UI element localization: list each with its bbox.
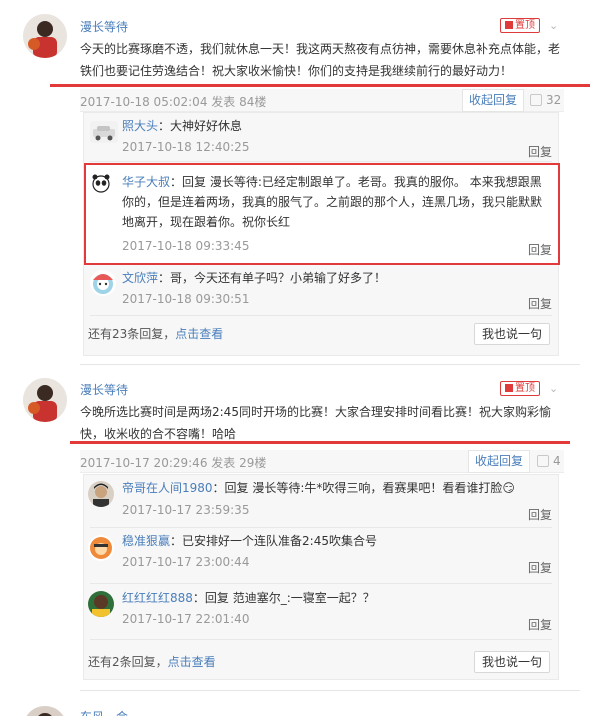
view-more-link[interactable]: 点击查看 — [175, 327, 223, 341]
reply-item: 帝哥在人间1980：回复 漫长等待:牛*吹得三响，看赛果吧！看看谁打脸😏 201… — [84, 475, 558, 523]
avatar[interactable] — [23, 14, 67, 58]
avatar[interactable] — [23, 706, 67, 716]
pinned-badge: 置顶 — [500, 381, 540, 396]
pin-label: 置顶 — [515, 20, 535, 31]
reply-item: 照大头：大神好好休息 2017-10-18 12:40:25 回复 — [84, 113, 558, 159]
divider — [90, 161, 552, 162]
reply-text-line: 你的，但是连着两场，我真的服气了。之前跟的那个人，连黑几场，我只能默默 — [122, 195, 543, 209]
collapse-replies-button[interactable]: 收起回复 — [468, 450, 530, 473]
reply-item: 红红红红888：回复 范迪塞尔_:一寝室一起？？ 2017-10-17 22:0… — [84, 587, 558, 635]
post-content-line: 铁们也要记住劳逸结合！祝大家收米愉快！你们的支持是我继续前行的最好动力！ — [80, 64, 513, 78]
post-content: 今晚所选比赛时间是两场2:45同时开场的比赛！大家合理安排时间看比赛！祝大家购彩… — [80, 401, 580, 445]
reply-button[interactable]: 回复 — [528, 559, 552, 576]
more-replies: 还有2条回复，点击查看 — [88, 653, 216, 670]
avatar[interactable] — [88, 591, 114, 617]
avatar[interactable] — [90, 173, 112, 195]
reply-text-line: 华子大叔：回复 漫长等待:已经定制跟单了。老哥。我真的服你。 本来我想跟黑 — [122, 172, 550, 192]
reply-time: 2017-10-17 23:59:35 — [122, 503, 250, 517]
reply-body: ：哥，今天还有单子吗？小弟输了好多了！ — [158, 271, 387, 285]
divider — [90, 315, 552, 316]
comment-post: 漫长等待 置顶 ⌄ 今晚所选比赛时间是两场2:45同时开场的比赛！大家合理安排时… — [0, 370, 603, 700]
comment-post: 漫长等待 置顶 ⌄ 今天的比赛琢磨不透，我们就休息一天！我这两天熬夜有点彷神，需… — [0, 0, 603, 360]
reply-panel: 帝哥在人间1980：回复 漫长等待:牛*吹得三响，看赛果吧！看看谁打脸😏 201… — [83, 474, 559, 680]
reply-button[interactable]: 回复 — [528, 295, 552, 312]
reply-body: ：回复 范迪塞尔_:一寝室一起？？ — [192, 591, 375, 605]
reply-author[interactable]: 华子大叔 — [122, 175, 170, 189]
author-name[interactable]: 漫长等待 — [80, 18, 128, 35]
avatar[interactable] — [90, 270, 116, 296]
reply-time: 2017-10-18 09:30:51 — [122, 292, 250, 306]
view-more-link[interactable]: 点击查看 — [168, 655, 216, 669]
reply-author[interactable]: 照大头 — [122, 119, 158, 133]
post-date: 2017-10-18 05:02:04 发表 84楼 — [80, 95, 267, 109]
reply-text: 照大头：大神好好休息 — [122, 116, 542, 136]
pinned-badge: 置顶 — [500, 18, 540, 33]
more-replies-count: 还有23条回复， — [88, 327, 176, 341]
reply-button[interactable]: 回复 — [528, 241, 552, 258]
reply-item: 华子大叔：回复 漫长等待:已经定制跟单了。老哥。我真的服你。 本来我想跟黑 你的… — [84, 165, 558, 263]
add-reply-button[interactable]: 我也说一句 — [474, 323, 550, 345]
add-reply-button[interactable]: 我也说一句 — [474, 651, 550, 673]
reply-button[interactable]: 回复 — [528, 143, 552, 160]
annotation-underline — [70, 441, 570, 444]
reply-time: 2017-10-18 12:40:25 — [122, 140, 250, 154]
divider — [90, 639, 552, 640]
reply-author[interactable]: 帝哥在人间1980 — [122, 481, 213, 495]
post-content-line: 今晚所选比赛时间是两场2:45同时开场的比赛！大家合理安排时间看比赛！祝大家购彩… — [80, 405, 551, 419]
post-content: 今天的比赛琢磨不透，我们就休息一天！我这两天熬夜有点彷神，需要休息补充点体能，老… — [80, 38, 580, 82]
reply-time: 2017-10-18 09:33:45 — [122, 239, 250, 253]
reply-button[interactable]: 回复 — [528, 616, 552, 633]
reply-body: ：回复 漫长等待:牛*吹得三响，看赛果吧！看看谁打脸 — [212, 481, 503, 495]
reply-text: 稳准狠赢：已安排好一个连队准备2:45吹集合号 — [122, 531, 552, 551]
more-replies: 还有23条回复，点击查看 — [88, 325, 223, 342]
like-count: 32 — [546, 93, 562, 107]
reply-button[interactable]: 回复 — [528, 506, 552, 523]
thumb-up-icon — [530, 94, 542, 106]
reply-time: 2017-10-17 22:01:40 — [122, 612, 250, 626]
like-count: 4 — [553, 454, 561, 468]
reply-panel: 照大头：大神好好休息 2017-10-18 12:40:25 回复 华子大叔：回… — [83, 112, 560, 356]
like-button[interactable]: 4 — [537, 454, 561, 468]
pin-icon — [505, 21, 513, 29]
avatar[interactable] — [88, 535, 114, 561]
reply-text: 华子大叔：回复 漫长等待:已经定制跟单了。老哥。我真的服你。 本来我想跟黑 你的… — [122, 172, 550, 232]
pin-label: 置顶 — [515, 383, 535, 394]
divider — [90, 583, 552, 584]
chevron-down-icon[interactable]: ⌄ — [549, 19, 558, 32]
collapse-replies-button[interactable]: 收起回复 — [462, 89, 524, 112]
reply-author[interactable]: 红红红红888 — [122, 591, 193, 605]
more-replies-count: 还有2条回复， — [88, 655, 168, 669]
reply-text: 文欣萍：哥，今天还有单子吗？小弟输了好多了！ — [122, 268, 542, 288]
reply-item: 文欣萍：哥，今天还有单子吗？小弟输了好多了！ 2017-10-18 09:30:… — [84, 265, 558, 311]
like-button[interactable]: 32 — [530, 93, 561, 107]
post-content-line: 今天的比赛琢磨不透，我们就休息一天！我这两天熬夜有点彷神，需要休息补充点体能，老 — [80, 42, 561, 56]
author-name[interactable]: 漫长等待 — [80, 381, 128, 398]
post-separator — [80, 364, 580, 365]
reply-text: 红红红红888：回复 范迪塞尔_:一寝室一起？？ — [122, 588, 552, 608]
reply-item: 稳准狠赢：已安排好一个连队准备2:45吹集合号 2017-10-17 23:00… — [84, 529, 558, 579]
chevron-down-icon[interactable]: ⌄ — [549, 382, 558, 395]
avatar[interactable] — [88, 481, 114, 507]
pin-icon — [505, 384, 513, 392]
thumb-up-icon — [537, 455, 549, 467]
reply-author[interactable]: 稳准狠赢 — [122, 534, 170, 548]
avatar[interactable] — [90, 121, 118, 143]
reply-author[interactable]: 文欣萍 — [122, 271, 158, 285]
divider — [90, 527, 552, 528]
reply-body: ：大神好好休息 — [158, 119, 243, 133]
post-separator — [80, 690, 580, 691]
reply-body: ：已安排好一个连队准备2:45吹集合号 — [170, 534, 377, 548]
annotation-underline — [50, 84, 590, 87]
avatar[interactable] — [23, 378, 67, 422]
reply-body: ：回复 漫长等待:已经定制跟单了。老哥。我真的服你。 本来我想跟黑 — [170, 175, 542, 189]
reply-text: 帝哥在人间1980：回复 漫长等待:牛*吹得三响，看赛果吧！看看谁打脸😏 — [122, 478, 552, 498]
author-name[interactable]: 东风一会 — [80, 708, 128, 716]
smirk-emoji-icon: 😏 — [502, 481, 515, 495]
post-date: 2017-10-17 20:29:46 发表 29楼 — [80, 456, 267, 470]
reply-time: 2017-10-17 23:00:44 — [122, 555, 250, 569]
reply-text-line: 地离开，现在跟着你。祝你长红 — [122, 215, 291, 229]
